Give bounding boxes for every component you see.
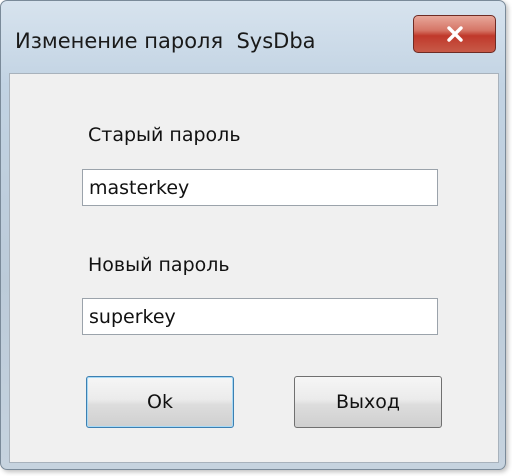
ok-button[interactable]: Ok (86, 376, 234, 428)
new-password-field[interactable] (82, 298, 438, 335)
window-title: Изменение пароля SysDba (15, 29, 316, 53)
dialog-window: Изменение пароля SysDba Старый пароль Но… (0, 0, 506, 470)
dialog-body: Старый пароль Новый пароль Ok Выход (9, 73, 499, 463)
old-password-label: Старый пароль (88, 124, 241, 146)
title-bar[interactable]: Изменение пароля SysDba (1, 1, 505, 73)
close-button[interactable] (413, 15, 496, 53)
close-icon (446, 26, 464, 42)
old-password-field[interactable] (82, 169, 438, 206)
new-password-label: Новый пароль (88, 254, 230, 276)
exit-button[interactable]: Выход (294, 376, 442, 428)
